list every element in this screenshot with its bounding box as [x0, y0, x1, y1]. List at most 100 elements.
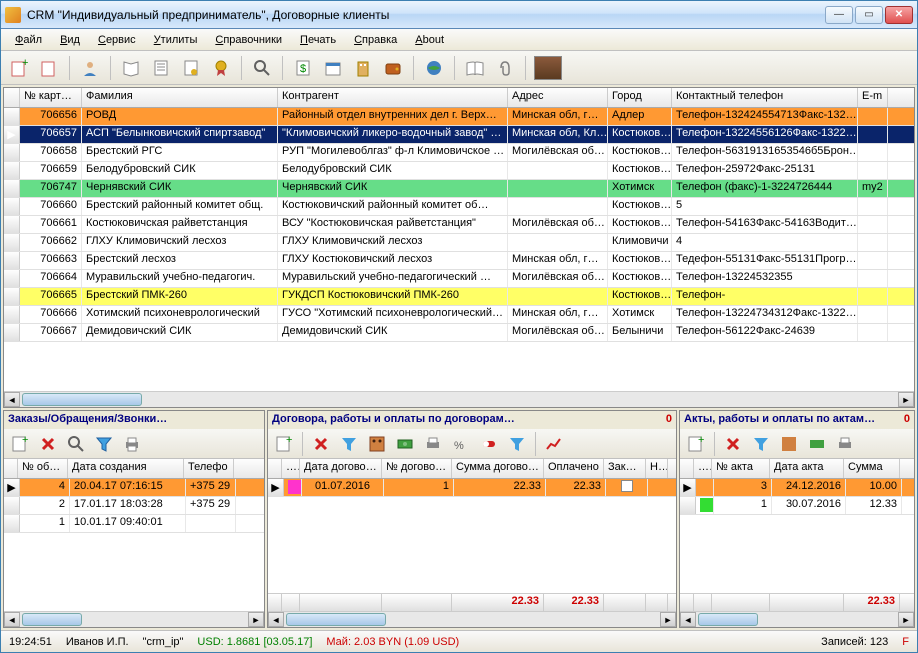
- close-button[interactable]: ✕: [885, 6, 913, 24]
- col-header[interactable]: Сумма: [844, 459, 900, 478]
- col-header[interactable]: Дата акта: [770, 459, 844, 478]
- col-header[interactable]: Оплачено: [544, 459, 604, 478]
- scroll-left-icon[interactable]: ◄: [4, 392, 20, 407]
- delete-icon[interactable]: [721, 432, 745, 456]
- col-header[interactable]: № акта: [712, 459, 770, 478]
- percent-icon[interactable]: %: [449, 432, 473, 456]
- money-icon[interactable]: [393, 432, 417, 456]
- col-header[interactable]: № обр…: [18, 459, 68, 478]
- clients-grid-body[interactable]: 706656РОВДРайонный отдел внутренних дел …: [4, 108, 914, 391]
- menu-печать[interactable]: Печать: [292, 32, 344, 48]
- menu-сервис[interactable]: Сервис: [90, 32, 144, 48]
- add-icon[interactable]: +: [272, 432, 296, 456]
- pill-icon[interactable]: [477, 432, 501, 456]
- minimize-button[interactable]: —: [825, 6, 853, 24]
- menu-справка[interactable]: Справка: [346, 32, 405, 48]
- col-header[interactable]: Сумма договора: [452, 459, 544, 478]
- award-icon[interactable]: [209, 56, 233, 80]
- globe-icon[interactable]: [422, 56, 446, 80]
- table-row[interactable]: 217.01.17 18:03:28+375 29: [4, 497, 264, 515]
- table-row[interactable]: 706664Муравильский учебно-педагогич.Мура…: [4, 270, 914, 288]
- col-header[interactable]: Закрыт: [604, 459, 646, 478]
- menu-about[interactable]: About: [407, 32, 452, 48]
- maximize-button[interactable]: ▭: [855, 6, 883, 24]
- table-row[interactable]: 706660Брестский районный комитет общ.Кос…: [4, 198, 914, 216]
- col-header[interactable]: Дата договора: [300, 459, 382, 478]
- col-header[interactable]: [268, 459, 282, 478]
- new-card-plus-icon[interactable]: +: [7, 56, 31, 80]
- book-icon[interactable]: [119, 56, 143, 80]
- table-row[interactable]: 706663Брестский лесхозГЛХУ Костюковичски…: [4, 252, 914, 270]
- menu-утилиты[interactable]: Утилиты: [146, 32, 206, 48]
- table-row[interactable]: 706667Демидовичский СИКДемидовичский СИК…: [4, 324, 914, 342]
- print-icon[interactable]: [833, 432, 857, 456]
- wallet-icon[interactable]: [381, 56, 405, 80]
- table-row[interactable]: 706658Брестский РГСРУП "Могилевоблгаз" ф…: [4, 144, 914, 162]
- table-row[interactable]: 706656РОВДРайонный отдел внутренних дел …: [4, 108, 914, 126]
- col-header[interactable]: [4, 459, 18, 478]
- search-icon[interactable]: [250, 56, 274, 80]
- col-header[interactable]: E-m: [858, 88, 888, 107]
- table-row[interactable]: 130.07.201612.33: [680, 497, 914, 515]
- chart-icon[interactable]: [542, 432, 566, 456]
- table-row[interactable]: 110.01.17 09:40:01: [4, 515, 264, 533]
- col-header[interactable]: № карто…: [20, 88, 82, 107]
- add-icon[interactable]: +: [8, 432, 32, 456]
- building-icon[interactable]: [351, 56, 375, 80]
- search-icon[interactable]: [64, 432, 88, 456]
- contracts-grid[interactable]: …Дата договора№ договораСумма договораОп…: [268, 459, 676, 627]
- table-row[interactable]: 706666Хотимский психоневрологическийГУСО…: [4, 306, 914, 324]
- table-row[interactable]: ▶324.12.201610.00: [680, 479, 914, 497]
- table-row[interactable]: ▶01.07.2016122.3322.33: [268, 479, 676, 497]
- col-header[interactable]: Фамилия: [82, 88, 278, 107]
- cert-icon[interactable]: [179, 56, 203, 80]
- col-header[interactable]: Город: [608, 88, 672, 107]
- acts-grid[interactable]: …№ актаДата актаСумма ▶324.12.201610.001…: [680, 459, 914, 627]
- list-doc-icon[interactable]: [149, 56, 173, 80]
- delete-icon[interactable]: [36, 432, 60, 456]
- add-icon[interactable]: +: [684, 432, 708, 456]
- filter-icon[interactable]: [92, 432, 116, 456]
- filter2-icon[interactable]: [505, 432, 529, 456]
- col-header[interactable]: …: [694, 459, 712, 478]
- table-row[interactable]: 706659Белодубровский СИКБелодубровский С…: [4, 162, 914, 180]
- col-header[interactable]: Контрагент: [278, 88, 508, 107]
- filter-icon[interactable]: [337, 432, 361, 456]
- col-header[interactable]: …: [282, 459, 300, 478]
- menu-справочники[interactable]: Справочники: [207, 32, 290, 48]
- money-doc-icon[interactable]: $: [291, 56, 315, 80]
- col-header[interactable]: [680, 459, 694, 478]
- filter-icon[interactable]: [749, 432, 773, 456]
- user-avatar[interactable]: [534, 56, 562, 80]
- open-book-icon[interactable]: [463, 56, 487, 80]
- table-row[interactable]: 706662ГЛХУ Климовичский лесхозГЛХУ Климо…: [4, 234, 914, 252]
- abacus-icon[interactable]: [365, 432, 389, 456]
- delete-icon[interactable]: [309, 432, 333, 456]
- menu-файл[interactable]: Файл: [7, 32, 50, 48]
- scroll-right-icon[interactable]: ►: [898, 392, 914, 407]
- col-header[interactable]: [4, 88, 20, 107]
- table-row[interactable]: 706747Чернявский СИКЧернявский СИКХотимс…: [4, 180, 914, 198]
- col-header[interactable]: Контактный телефон: [672, 88, 858, 107]
- money-icon[interactable]: [805, 432, 829, 456]
- attach-icon[interactable]: [493, 56, 517, 80]
- col-header[interactable]: На: [646, 459, 668, 478]
- calendar-icon[interactable]: [321, 56, 345, 80]
- orders-grid[interactable]: № обр…Дата созданияТелефо ▶420.04.17 07:…: [4, 459, 264, 627]
- table-row[interactable]: ▶706657АСП "Белынковичский спиртзавод""К…: [4, 126, 914, 144]
- col-header[interactable]: Адрес: [508, 88, 608, 107]
- col-header[interactable]: Телефо: [184, 459, 234, 478]
- table-row[interactable]: 706665Брестский ПМК-260ГУКДСП Костюкович…: [4, 288, 914, 306]
- new-card-icon[interactable]: [37, 56, 61, 80]
- col-header[interactable]: № договора: [382, 459, 452, 478]
- table-row[interactable]: ▶420.04.17 07:16:15+375 29: [4, 479, 264, 497]
- print-icon[interactable]: [120, 432, 144, 456]
- grid-hscroll[interactable]: ◄ ►: [4, 391, 914, 407]
- col-header[interactable]: Дата создания: [68, 459, 184, 478]
- abacus-icon[interactable]: [777, 432, 801, 456]
- table-row[interactable]: 706661Костюковичская райветстанцияВСУ "К…: [4, 216, 914, 234]
- menu-вид[interactable]: Вид: [52, 32, 88, 48]
- person-icon[interactable]: [78, 56, 102, 80]
- scroll-thumb[interactable]: [22, 393, 142, 406]
- print-icon[interactable]: [421, 432, 445, 456]
